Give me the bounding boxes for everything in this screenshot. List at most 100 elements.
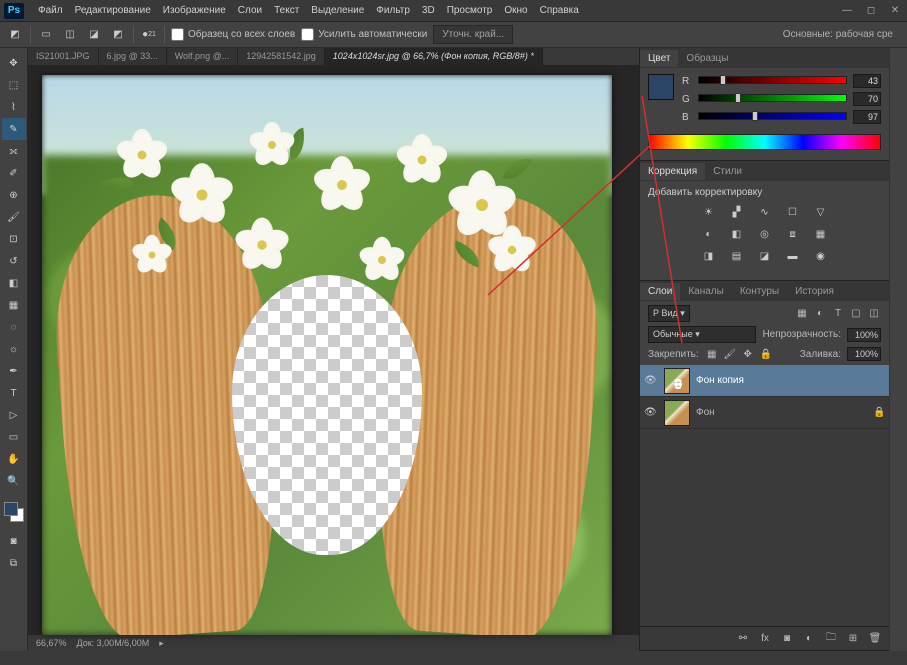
lock-transparent-icon[interactable]: ▦ — [705, 347, 719, 361]
gradient-tool[interactable]: ▦ — [2, 294, 26, 316]
filter-shape-icon[interactable]: ▢ — [849, 307, 863, 321]
paths-tab[interactable]: Контуры — [732, 283, 787, 300]
layer-thumbnail[interactable] — [664, 368, 690, 394]
layer-row-1[interactable]: 👁 Фон 🔒 — [640, 397, 889, 429]
new-fill-adj-icon[interactable]: ◐ — [801, 631, 817, 647]
brush-tool[interactable]: 🖌 — [2, 206, 26, 228]
menu-view[interactable]: Просмотр — [441, 2, 499, 19]
auto-enhance-checkbox[interactable]: Усилить автоматически — [301, 28, 427, 41]
color-spectrum[interactable] — [648, 134, 881, 150]
levels-icon[interactable]: ▞ — [728, 204, 746, 220]
hand-tool[interactable]: ✋ — [2, 448, 26, 470]
visibility-toggle-icon[interactable]: 👁 — [644, 407, 658, 418]
photo-filter-icon[interactable]: ◎ — [756, 226, 774, 242]
blur-tool[interactable]: ◌ — [2, 316, 26, 338]
menu-file[interactable]: Файл — [32, 2, 69, 19]
menu-3d[interactable]: 3D — [416, 2, 441, 19]
r-input[interactable] — [853, 74, 881, 88]
channels-tab[interactable]: Каналы — [680, 283, 732, 300]
zoom-level[interactable]: 66,67% — [36, 638, 67, 648]
status-arrow-icon[interactable]: ▸ — [159, 638, 164, 649]
lock-pixels-icon[interactable]: 🖌 — [723, 347, 737, 361]
marquee-tool[interactable]: ⬚ — [2, 74, 26, 96]
opacity-input[interactable] — [847, 328, 881, 342]
subtract-selection-icon[interactable]: ◪ — [85, 26, 103, 44]
quick-mask-tool[interactable]: ◙ — [2, 530, 26, 552]
menu-select[interactable]: Выделение — [305, 2, 370, 19]
filter-type-icon[interactable]: T — [831, 307, 845, 321]
doc-tab-4[interactable]: 1024x1024sr.jpg @ 66,7% (Фон копия, RGB/… — [325, 48, 543, 65]
b-input[interactable] — [853, 110, 881, 124]
curves-icon[interactable]: ∿ — [756, 204, 774, 220]
color-lookup-icon[interactable]: ▦ — [812, 226, 830, 242]
pen-tool[interactable]: ✒ — [2, 360, 26, 382]
new-layer-icon[interactable]: ⊞ — [845, 631, 861, 647]
shape-tool[interactable]: ▭ — [2, 426, 26, 448]
refine-edge-button[interactable]: Уточн. край... — [433, 25, 513, 44]
window-minimize[interactable]: — — [835, 2, 859, 20]
gradient-map-icon[interactable]: ▬ — [784, 248, 802, 264]
collapsed-panel-strip[interactable] — [889, 48, 907, 651]
selective-color-icon[interactable]: ◉ — [812, 248, 830, 264]
foreground-color-swatch[interactable] — [4, 502, 18, 516]
eraser-tool[interactable]: ◧ — [2, 272, 26, 294]
link-layers-icon[interactable]: ⚯ — [735, 631, 751, 647]
quick-select-tool[interactable]: ✎ — [2, 118, 26, 140]
menu-image[interactable]: Изображение — [157, 2, 232, 19]
filter-adj-icon[interactable]: ◐ — [813, 307, 827, 321]
eyedropper-tool[interactable]: ✐ — [2, 162, 26, 184]
layers-tab[interactable]: Слои — [640, 283, 680, 300]
lock-position-icon[interactable]: ✥ — [741, 347, 755, 361]
doc-tab-3[interactable]: 12942581542.jpg — [238, 48, 325, 65]
invert-icon[interactable]: ◨ — [700, 248, 718, 264]
layer-thumbnail[interactable] — [664, 400, 690, 426]
sample-all-layers-checkbox[interactable]: Образец со всех слоев — [171, 28, 295, 41]
r-slider[interactable] — [698, 76, 847, 86]
layer-filter-dropdown[interactable]: Р Вид ▾ — [648, 305, 690, 322]
menu-filter[interactable]: Фильтр — [370, 2, 416, 19]
visibility-toggle-icon[interactable]: 👁 — [644, 375, 658, 386]
styles-tab[interactable]: Стили — [705, 163, 750, 180]
doc-tab-1[interactable]: 6.jpg @ 33... — [99, 48, 167, 65]
filter-pixel-icon[interactable]: ▦ — [795, 307, 809, 321]
layer-name[interactable]: Фон копия — [696, 375, 885, 386]
brush-size-icon[interactable]: ●21 — [140, 26, 158, 44]
layer-row-0[interactable]: 👁 Фон копия — [640, 365, 889, 397]
delete-layer-icon[interactable]: 🗑 — [867, 631, 883, 647]
bw-icon[interactable]: ◧ — [728, 226, 746, 242]
healing-tool[interactable]: ⊕ — [2, 184, 26, 206]
history-tab[interactable]: История — [787, 283, 842, 300]
g-slider[interactable] — [698, 94, 847, 104]
menu-text[interactable]: Текст — [268, 2, 305, 19]
intersect-selection-icon[interactable]: ◩ — [109, 26, 127, 44]
move-tool[interactable]: ✥ — [2, 52, 26, 74]
layer-fx-icon[interactable]: fx — [757, 631, 773, 647]
stamp-tool[interactable]: ⊡ — [2, 228, 26, 250]
dodge-tool[interactable]: ☼ — [2, 338, 26, 360]
add-selection-icon[interactable]: ◫ — [61, 26, 79, 44]
brightness-icon[interactable]: ☀ — [700, 204, 718, 220]
new-group-icon[interactable]: 🗀 — [823, 631, 839, 647]
history-brush-tool[interactable]: ↺ — [2, 250, 26, 272]
menu-layers[interactable]: Слои — [232, 2, 268, 19]
workspace-switcher[interactable]: Основные: рабочая сре — [783, 29, 901, 40]
color-tab[interactable]: Цвет — [640, 50, 678, 67]
path-tool[interactable]: ▷ — [2, 404, 26, 426]
layer-name[interactable]: Фон — [696, 407, 867, 418]
vibrance-icon[interactable]: ▽ — [812, 204, 830, 220]
new-selection-icon[interactable]: ▭ — [37, 26, 55, 44]
menu-edit[interactable]: Редактирование — [69, 2, 157, 19]
posterize-icon[interactable]: ▤ — [728, 248, 746, 264]
zoom-tool[interactable]: 🔍 — [2, 470, 26, 492]
screen-mode-tool[interactable]: ⧉ — [2, 552, 26, 574]
doc-tab-0[interactable]: IS21001.JPG — [28, 48, 99, 65]
adjustments-tab[interactable]: Коррекция — [640, 163, 705, 180]
window-maximize[interactable]: ◻ — [859, 2, 883, 20]
hue-icon[interactable]: ◐ — [700, 226, 718, 242]
color-preview-swatch[interactable] — [648, 74, 674, 100]
g-input[interactable] — [853, 92, 881, 106]
doc-tab-2[interactable]: Wolf.png @... — [167, 48, 239, 65]
filter-smart-icon[interactable]: ◫ — [867, 307, 881, 321]
fill-input[interactable] — [847, 347, 881, 361]
threshold-icon[interactable]: ◪ — [756, 248, 774, 264]
